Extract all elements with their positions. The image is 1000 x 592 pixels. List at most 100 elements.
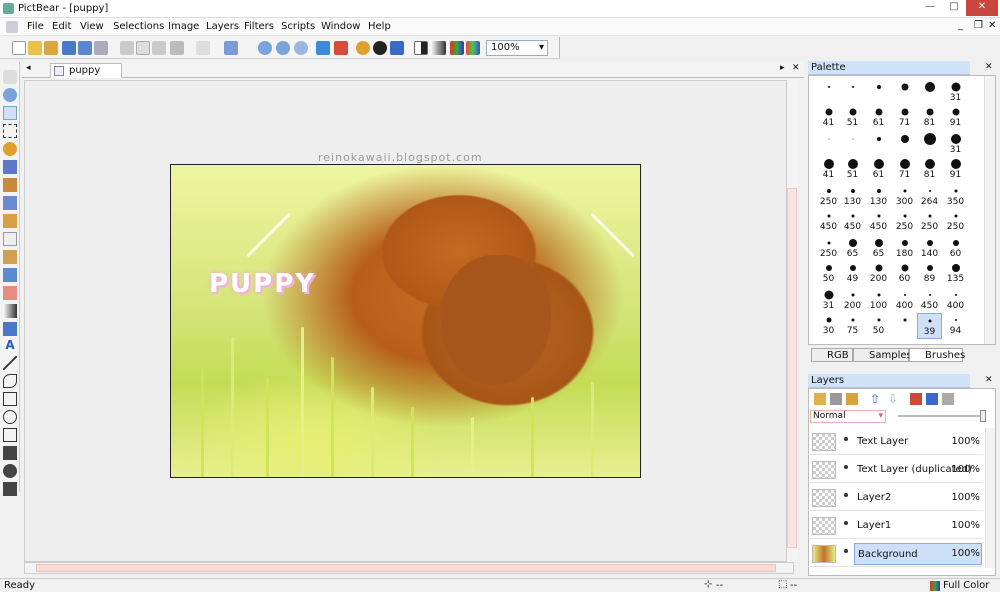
polygon-tool-icon[interactable] (3, 428, 17, 442)
brush-item[interactable]: 250 (816, 236, 841, 262)
doc-minimize-button[interactable]: _ (958, 20, 963, 31)
menu-filters[interactable]: Filters (244, 21, 274, 32)
brush-item[interactable]: 400 (943, 288, 968, 314)
brush-item[interactable]: 200 (840, 288, 865, 314)
brush-item[interactable]: 130 (866, 184, 891, 210)
brush-item[interactable]: 49 (840, 261, 865, 287)
brush-item[interactable]: 91 (943, 105, 968, 131)
doc-menu-icon[interactable] (6, 21, 18, 33)
line-tool-icon[interactable] (3, 356, 17, 370)
flatten-icon[interactable] (942, 393, 954, 405)
brush-item[interactable]: 65 (866, 236, 891, 262)
tab-scroll-right-icon[interactable]: ▸ (780, 63, 785, 73)
brush-item[interactable]: 450 (917, 288, 942, 314)
lasso-icon[interactable] (3, 142, 17, 156)
filled-ellipse-icon[interactable] (3, 464, 17, 478)
brush-item[interactable] (892, 80, 917, 106)
undo-icon[interactable] (196, 41, 210, 55)
brush-item[interactable]: 94 (943, 313, 968, 339)
brush-item[interactable]: 250 (892, 209, 917, 235)
blend-mode-select[interactable]: Normal ▾ (810, 410, 886, 423)
brush-item[interactable]: 180 (892, 236, 917, 262)
brush-item[interactable] (917, 132, 942, 158)
brush-item[interactable]: 71 (892, 157, 917, 183)
paste-icon[interactable] (152, 41, 166, 55)
zoom-in-icon[interactable] (258, 41, 272, 55)
filled-rect-icon[interactable] (3, 446, 17, 460)
brush-item[interactable] (892, 132, 917, 158)
layer-row-text-layer-duplicated[interactable]: Text Layer (duplicated) 100% (808, 456, 983, 483)
menu-window[interactable]: Window (321, 21, 360, 32)
new-layer-icon[interactable] (814, 393, 826, 405)
brush-item[interactable]: 75 (840, 313, 865, 339)
brush-item[interactable]: 450 (866, 209, 891, 235)
merge-visible-icon[interactable] (926, 393, 938, 405)
tab-brushes[interactable]: Brushes (909, 348, 965, 362)
brush-item[interactable]: 450 (816, 209, 841, 235)
brush-item[interactable] (816, 132, 841, 158)
histogram-icon[interactable] (466, 41, 480, 55)
save-icon[interactable] (62, 41, 76, 55)
brush-item[interactable]: 41 (816, 105, 841, 131)
layer-row-layer2[interactable]: Layer2 100% (808, 484, 983, 511)
brush-item[interactable]: 61 (866, 157, 891, 183)
brush-item[interactable]: 350 (943, 184, 968, 210)
visibility-icon[interactable] (844, 549, 848, 553)
tab-close-icon[interactable]: ✕ (792, 63, 800, 73)
menu-scripts[interactable]: Scripts (281, 21, 315, 32)
print-icon[interactable] (94, 41, 108, 55)
tab-puppy[interactable]: puppy (50, 63, 122, 78)
opacity-slider-handle[interactable] (980, 410, 986, 422)
menu-view[interactable]: View (80, 21, 104, 32)
zoom-tool-icon[interactable] (3, 88, 17, 102)
gradient-icon[interactable] (3, 304, 17, 318)
menu-help[interactable]: Help (368, 21, 391, 32)
menu-layers[interactable]: Layers (206, 21, 239, 32)
layer-properties-icon[interactable] (846, 393, 858, 405)
brush-item[interactable]: 60 (892, 261, 917, 287)
palette-scrollbar[interactable] (984, 76, 995, 344)
ellipse-tool-icon[interactable] (3, 410, 17, 424)
palette-close-icon[interactable]: ✕ (985, 62, 993, 72)
brush-item[interactable]: 140 (917, 236, 942, 262)
menu-image[interactable]: Image (168, 21, 199, 32)
brush-item[interactable]: 31 (816, 288, 841, 314)
brush-item[interactable]: 100 (866, 288, 891, 314)
puppy-image[interactable]: PUPPY (170, 164, 641, 478)
view-window-icon[interactable] (334, 41, 348, 55)
brush-item[interactable]: 250 (917, 209, 942, 235)
tab-samples[interactable]: Samples (853, 348, 912, 362)
move-tool-icon[interactable] (3, 106, 17, 120)
brush-item[interactable]: 31 (943, 132, 968, 158)
layer-row-text-layer[interactable]: Text Layer 100% (808, 428, 983, 455)
dropper-icon[interactable] (3, 268, 17, 282)
brush-item[interactable]: 65 (840, 236, 865, 262)
brush-item[interactable]: 91 (943, 157, 968, 183)
layer-row-background[interactable]: Background 100% (808, 540, 983, 567)
close-button[interactable]: ✕ (966, 0, 998, 16)
menu-edit[interactable]: Edit (52, 21, 71, 32)
rect-select-icon[interactable] (3, 124, 17, 138)
brush-item[interactable]: 81 (917, 105, 942, 131)
brush-item[interactable] (840, 80, 865, 106)
brush-item[interactable]: 135 (943, 261, 968, 287)
visibility-icon[interactable] (844, 493, 848, 497)
hand-tool-icon[interactable] (3, 70, 17, 84)
open-recent-icon[interactable] (44, 41, 58, 55)
smudge-icon[interactable] (3, 232, 17, 246)
layer-row-layer1[interactable]: Layer1 100% (808, 512, 983, 539)
copy-icon[interactable] (136, 41, 150, 55)
brush-item[interactable] (840, 132, 865, 158)
palette-toggle-icon[interactable] (356, 41, 370, 55)
layers-close-icon[interactable]: ✕ (985, 375, 993, 385)
brush-item[interactable]: 400 (892, 288, 917, 314)
color-bars-icon[interactable] (450, 41, 464, 55)
brush-item[interactable] (816, 80, 841, 106)
redo-icon[interactable] (224, 41, 238, 55)
curve-tool-icon[interactable] (3, 374, 17, 388)
brush-item[interactable]: 200 (866, 261, 891, 287)
brush-item[interactable]: 30 (816, 313, 841, 339)
brush-item[interactable]: 50 (816, 261, 841, 287)
pencil-icon[interactable] (3, 160, 17, 174)
pen-icon[interactable] (3, 214, 17, 228)
